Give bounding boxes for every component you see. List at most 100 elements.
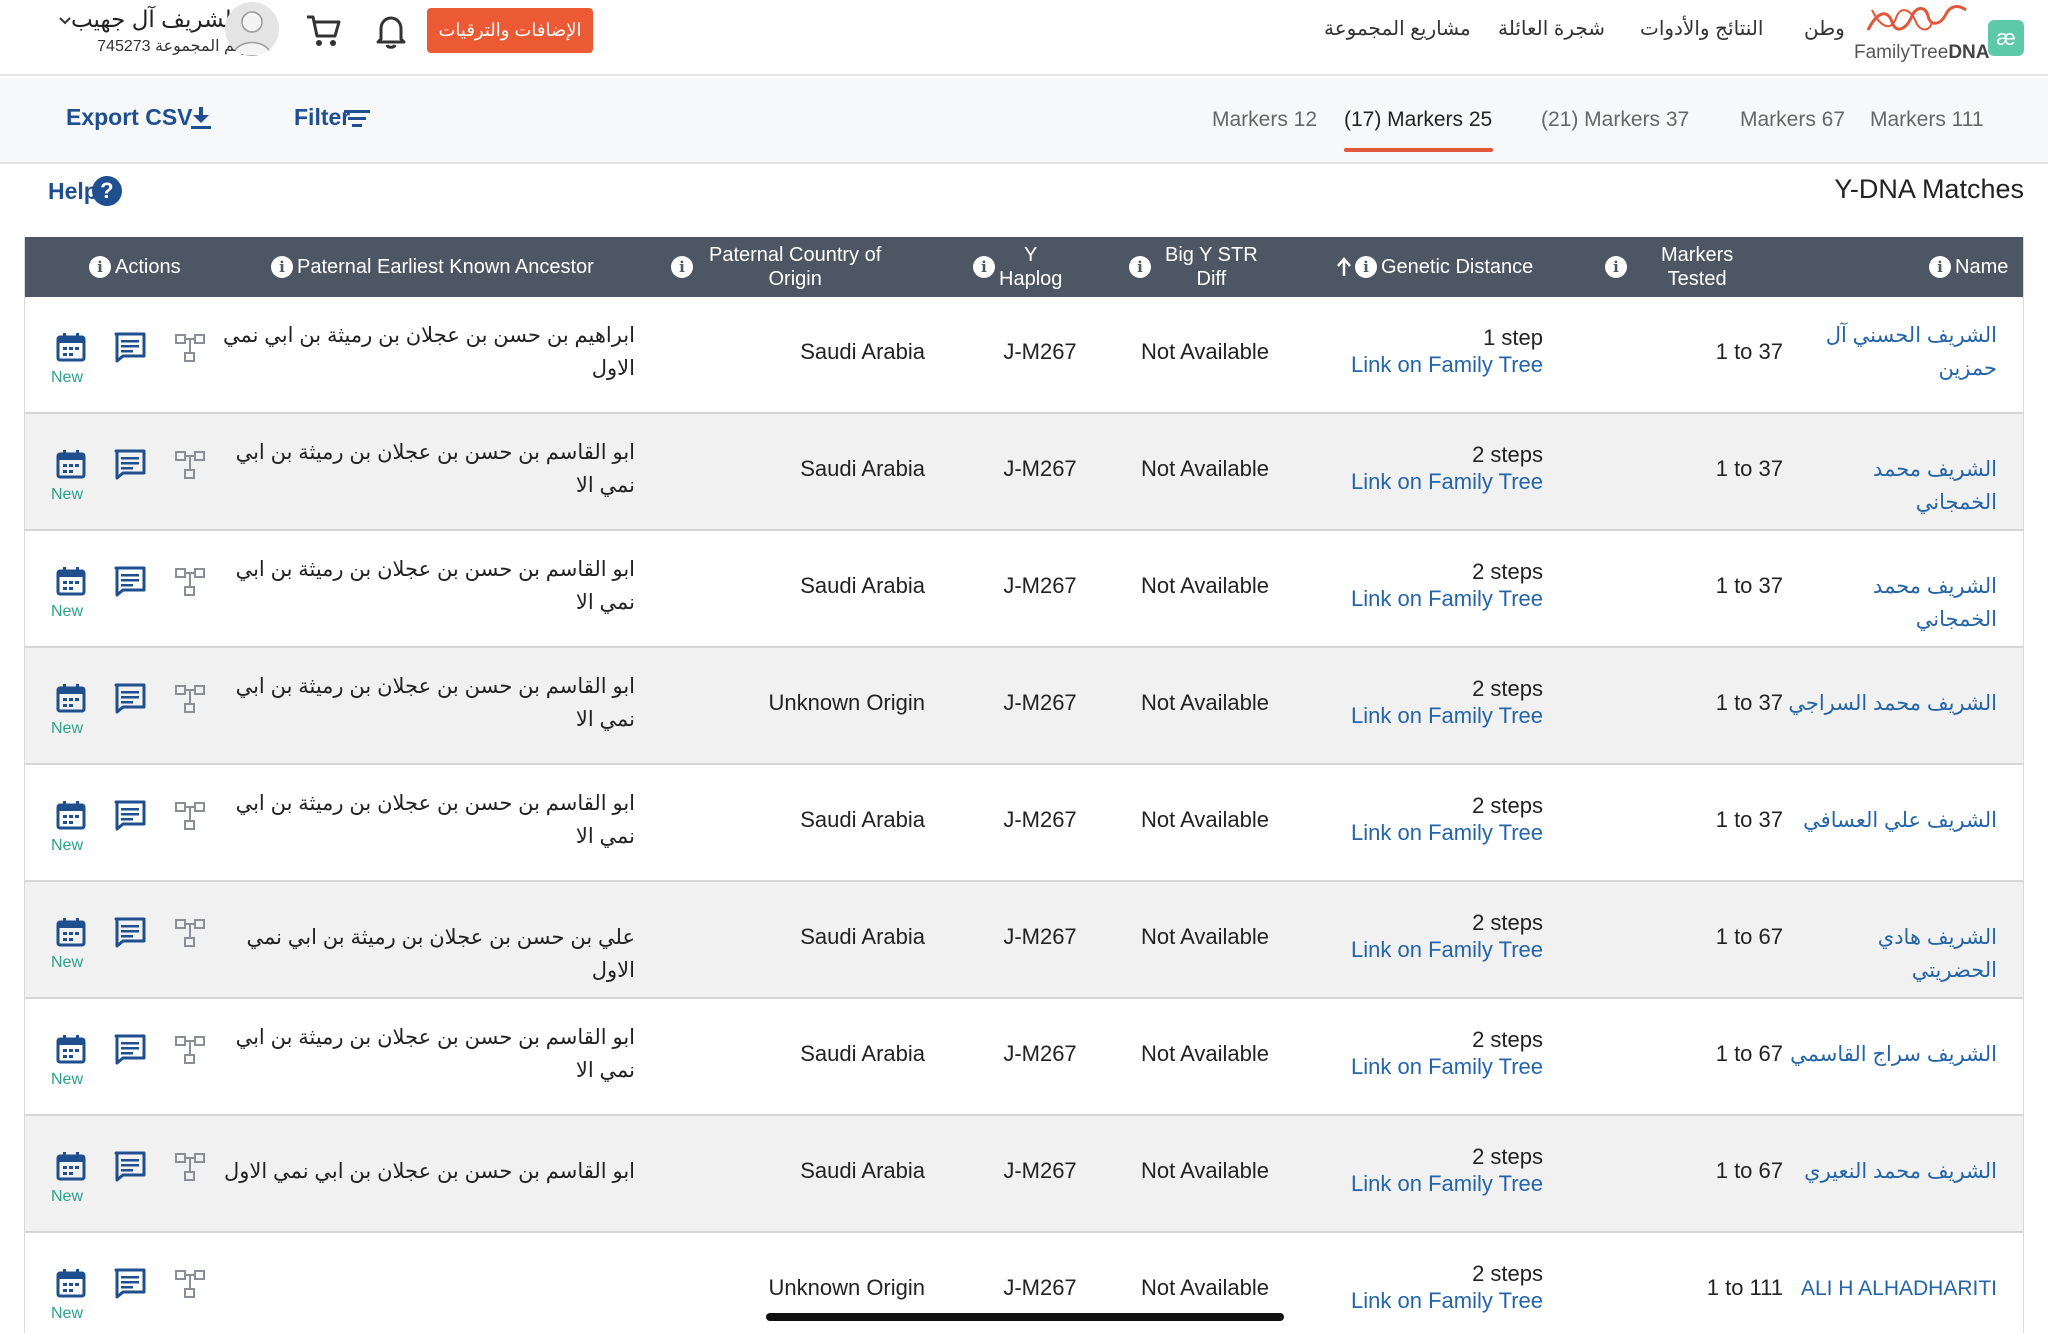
nav-group-projects[interactable]: مشاريع المجموعة [1324, 16, 1471, 41]
tab-markers-111[interactable]: Markers 111 [1870, 108, 1984, 132]
column-genetic-distance-label: Genetic Distance [1381, 256, 1534, 278]
column-haplo-line2: Haplog [999, 268, 1063, 290]
notes-icon[interactable] [113, 1266, 147, 1300]
match-name-link[interactable]: الشريف محمد الخمجاني [1787, 570, 1997, 636]
calendar-icon[interactable] [55, 448, 87, 480]
tab-markers-12[interactable]: Markers 12 [1212, 108, 1317, 132]
nav-home[interactable]: وطن [1804, 16, 1845, 41]
avatar[interactable] [225, 2, 279, 56]
cart-icon[interactable] [304, 12, 342, 48]
match-name-link[interactable]: الشريف محمد الخمجاني [1787, 453, 1997, 519]
tab-markers-67[interactable]: Markers 67 [1740, 108, 1845, 132]
calendar-icon[interactable] [55, 682, 87, 714]
column-haplogroup[interactable]: i Y Haplog [973, 237, 1062, 297]
horizontal-scroll-indicator[interactable] [766, 1313, 1284, 1321]
family-tree-link[interactable]: Link on Family Tree [1325, 1288, 1543, 1314]
export-csv-button[interactable]: Export CSV [66, 104, 213, 131]
haplogroup-cell: J-M267 [1003, 339, 1077, 364]
family-tree-icon[interactable] [173, 565, 207, 599]
calendar-icon[interactable] [55, 565, 87, 597]
nav-results-tools[interactable]: النتائج والأدوات [1640, 16, 1763, 41]
notes-icon[interactable] [113, 798, 147, 832]
help-link[interactable]: Help ? [48, 176, 122, 206]
haplogroup-cell: J-M267 [1003, 573, 1077, 598]
calendar-icon[interactable] [55, 916, 87, 948]
family-tree-link[interactable]: Link on Family Tree [1325, 703, 1543, 729]
notes-icon[interactable] [113, 564, 147, 598]
table-row[interactable]: New ابو القاسم بن حسن بن عجلان بن رميثة … [25, 648, 2023, 765]
notes-icon[interactable] [113, 330, 147, 364]
family-tree-icon[interactable] [173, 682, 207, 716]
info-icon[interactable]: i [1929, 256, 1951, 278]
match-name-link[interactable]: ALI H ALHADHARITI [1787, 1272, 1997, 1305]
info-icon[interactable]: i [89, 256, 111, 278]
family-tree-icon[interactable] [173, 448, 207, 482]
table-row[interactable]: New ابو القاسم بن حسن بن عجلان بن ابي نم… [25, 1116, 2023, 1233]
page-title: Y-DNA Matches [1834, 174, 2024, 204]
column-actions[interactable]: i Actions [89, 237, 181, 297]
column-bigy-label: Big Y STR Diff [1165, 243, 1258, 291]
sort-up-arrow-icon[interactable] [1335, 256, 1353, 278]
calendar-icon[interactable] [55, 331, 87, 363]
column-country[interactable]: i Paternal Country of Origin [671, 237, 881, 297]
filter-button[interactable]: Filter [294, 104, 372, 131]
ancestor-cell: ابو القاسم بن حسن بن عجلان بن رميثة بن ا… [235, 792, 635, 848]
column-bigy-str[interactable]: i Big Y STR Diff [1129, 237, 1258, 297]
table-row[interactable]: New ابو القاسم بن حسن بن عجلان بن رميثة … [25, 999, 2023, 1116]
active-tab-indicator [1344, 148, 1493, 152]
match-name-link[interactable]: الشريف محمد السراجي [1787, 687, 1997, 720]
table-row[interactable]: New علي بن حسن بن عجلان بن رميثة بن ابي … [25, 882, 2023, 999]
calendar-icon[interactable] [55, 1150, 87, 1182]
app-badge-icon[interactable]: æ [1988, 20, 2024, 56]
family-tree-link[interactable]: Link on Family Tree [1325, 586, 1543, 612]
info-icon[interactable]: i [1129, 256, 1151, 278]
tab-markers-25[interactable]: (17) Markers 25 [1344, 108, 1492, 132]
notes-icon[interactable] [113, 447, 147, 481]
family-tree-link[interactable]: Link on Family Tree [1325, 937, 1543, 963]
haplogroup-cell: J-M267 [1003, 807, 1077, 832]
bigy-str-cell: Not Available [1140, 807, 1269, 832]
family-tree-link[interactable]: Link on Family Tree [1325, 352, 1543, 378]
info-icon[interactable]: i [271, 256, 293, 278]
table-row[interactable]: New ابراهيم بن حسن بن عجلان بن رميثة بن … [25, 297, 2023, 414]
family-tree-dna-logo[interactable]: FamilyTreeDNA [1854, 42, 1989, 64]
nav-family-tree[interactable]: شجرة العائلة [1498, 16, 1605, 41]
family-tree-icon[interactable] [173, 799, 207, 833]
calendar-icon[interactable] [55, 1267, 87, 1299]
tab-markers-37[interactable]: (21) Markers 37 [1541, 108, 1689, 132]
column-ancestor[interactable]: i Paternal Earliest Known Ancestor [271, 237, 594, 297]
bell-icon[interactable] [374, 12, 408, 50]
family-tree-icon[interactable] [173, 1033, 207, 1067]
bigy-str-cell: Not Available [1140, 573, 1269, 598]
table-row[interactable]: New ابو القاسم بن حسن بن عجلان بن رميثة … [25, 414, 2023, 531]
notes-icon[interactable] [113, 681, 147, 715]
family-tree-link[interactable]: Link on Family Tree [1325, 1171, 1543, 1197]
family-tree-link[interactable]: Link on Family Tree [1325, 1054, 1543, 1080]
info-icon[interactable]: i [1605, 256, 1627, 278]
family-tree-icon[interactable] [173, 1267, 207, 1301]
column-name[interactable]: i Name [1929, 237, 2008, 297]
family-tree-link[interactable]: Link on Family Tree [1325, 469, 1543, 495]
match-name-link[interactable]: الشريف علي العسافي [1787, 804, 1997, 837]
family-tree-link[interactable]: Link on Family Tree [1325, 820, 1543, 846]
info-icon[interactable]: i [973, 256, 995, 278]
notes-icon[interactable] [113, 1032, 147, 1066]
calendar-icon[interactable] [55, 1033, 87, 1065]
info-icon[interactable]: i [1355, 256, 1377, 278]
match-name-link[interactable]: الشريف الحسني آل حمزين [1787, 319, 1997, 385]
column-markers-tested[interactable]: i Markers Tested [1605, 237, 1733, 297]
table-row[interactable]: New ابو القاسم بن حسن بن عجلان بن رميثة … [25, 531, 2023, 648]
notes-icon[interactable] [113, 1149, 147, 1183]
match-name-link[interactable]: الشريف هادي الحضريتي [1787, 921, 1997, 987]
match-name-link[interactable]: الشريف محمد النعيري [1787, 1155, 1997, 1188]
family-tree-icon[interactable] [173, 331, 207, 365]
family-tree-icon[interactable] [173, 916, 207, 950]
calendar-icon[interactable] [55, 799, 87, 831]
table-row[interactable]: New ابو القاسم بن حسن بن عجلان بن رميثة … [25, 765, 2023, 882]
family-tree-icon[interactable] [173, 1150, 207, 1184]
notes-icon[interactable] [113, 915, 147, 949]
add-ons-upgrades-button[interactable]: الإضافات والترقيات [427, 8, 593, 53]
column-genetic-distance[interactable]: i Genetic Distance [1335, 237, 1533, 297]
info-icon[interactable]: i [671, 256, 693, 278]
match-name-link[interactable]: الشريف سراج القاسمي [1787, 1038, 1997, 1071]
